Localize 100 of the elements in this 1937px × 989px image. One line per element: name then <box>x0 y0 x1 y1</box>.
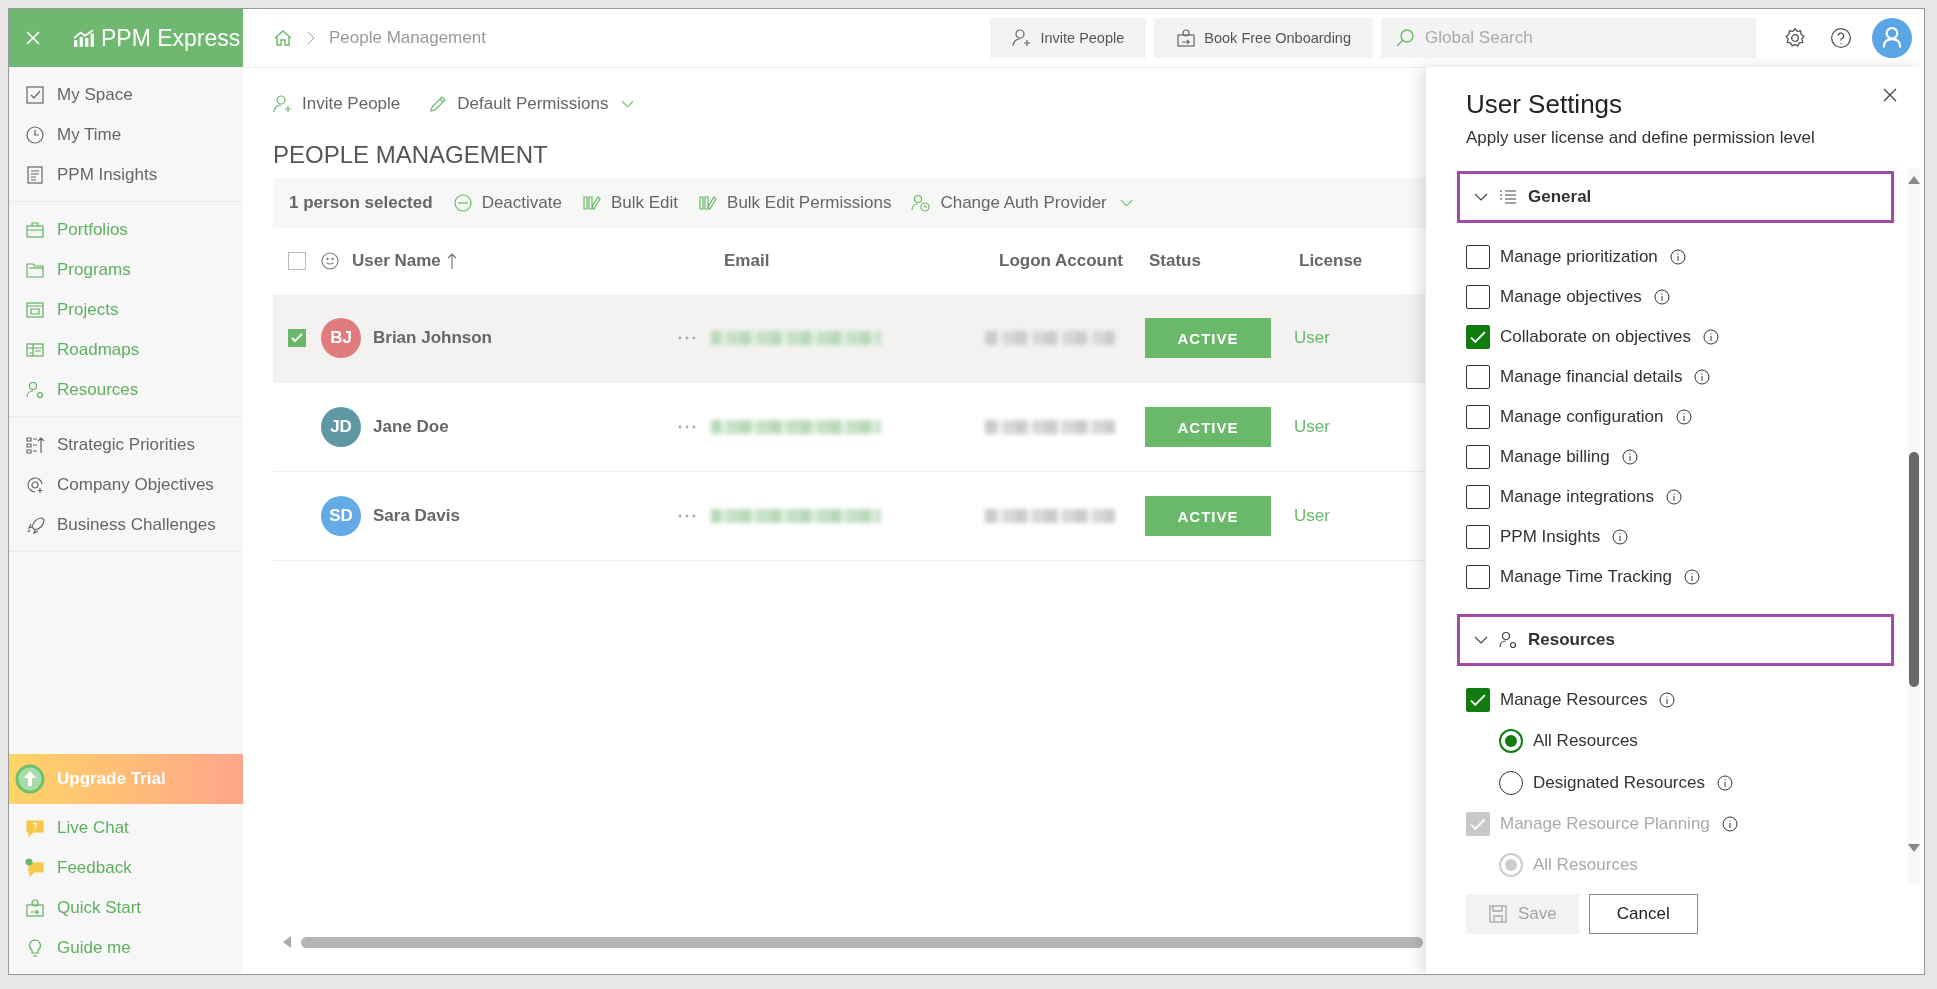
table-row[interactable]: JD Jane Doe ACTIVE User <box>273 383 1425 472</box>
horizontal-scrollbar[interactable] <box>283 934 1423 950</box>
select-all-checkbox[interactable] <box>288 252 306 270</box>
document-icon <box>25 165 45 185</box>
bulk-action-button[interactable]: Bulk Edit Permissions <box>698 193 892 213</box>
nav-item[interactable]: PPM Insights <box>9 155 243 195</box>
scroll-up-icon[interactable] <box>1908 176 1920 184</box>
quick-start-icon <box>25 898 45 918</box>
target-icon <box>25 475 45 495</box>
checkbox[interactable] <box>1466 245 1490 269</box>
bulk-edit-icon <box>698 193 719 213</box>
checkbox[interactable] <box>1466 405 1490 429</box>
column-header[interactable]: User Name <box>352 251 457 271</box>
option-label: Manage prioritization <box>1500 247 1658 267</box>
quick-start-icon <box>1176 28 1197 48</box>
nav-item[interactable]: My Space <box>9 75 243 115</box>
user-name[interactable]: Jane Doe <box>373 417 449 437</box>
info-icon[interactable] <box>1659 692 1676 708</box>
checkbox[interactable] <box>1466 365 1490 389</box>
section-header[interactable]: General <box>1457 171 1894 223</box>
option-label: Manage Resources <box>1500 690 1648 710</box>
roadmap-icon <box>25 340 45 360</box>
chevron-down-icon <box>1474 193 1488 201</box>
breadcrumb[interactable]: People Management <box>329 28 486 48</box>
search-icon <box>1395 28 1415 48</box>
table-row[interactable]: BJ Brian Johnson ACTIVE User <box>273 294 1425 383</box>
checkbox[interactable] <box>1466 325 1490 349</box>
checkbox-icon <box>25 85 45 105</box>
radio-button[interactable] <box>1499 729 1523 753</box>
nav-item[interactable]: My Time <box>9 115 243 155</box>
info-icon[interactable] <box>1694 369 1711 385</box>
checkbox[interactable] <box>1466 565 1490 589</box>
arrow-up-circle-icon <box>15 764 45 794</box>
chevron-down-icon <box>1119 199 1133 207</box>
settings-icon[interactable] <box>1784 27 1806 49</box>
nav-item[interactable]: Business Challenges <box>9 505 243 545</box>
top-button[interactable]: Book Free Onboarding <box>1154 18 1373 58</box>
page-title: PEOPLE MANAGEMENT <box>273 140 548 170</box>
bulk-action-button[interactable]: Deactivate <box>452 193 562 213</box>
section-header[interactable]: Resources <box>1457 614 1894 666</box>
column-header[interactable]: License <box>1299 251 1363 271</box>
option-label: Manage Time Tracking <box>1500 567 1672 587</box>
feedback-icon <box>25 858 45 878</box>
option-label: All Resources <box>1533 855 1638 875</box>
checkbox[interactable] <box>1466 485 1490 509</box>
column-header[interactable]: Status <box>1149 251 1201 271</box>
app-logo: PPM Express <box>101 24 241 52</box>
status-badge: ACTIVE <box>1145 496 1271 536</box>
checkbox[interactable] <box>1466 688 1490 712</box>
section-title: General <box>1528 187 1592 207</box>
minus-circle-icon <box>452 193 473 213</box>
info-icon[interactable] <box>1669 249 1686 265</box>
close-icon[interactable] <box>1882 87 1898 103</box>
user-avatar-icon[interactable] <box>1872 18 1912 58</box>
vertical-scrollbar[interactable] <box>1908 168 1920 884</box>
nav-item[interactable]: Strategic Priorities <box>9 425 243 465</box>
info-icon[interactable] <box>1717 775 1733 791</box>
info-icon[interactable] <box>1702 329 1719 345</box>
row-checkbox[interactable] <box>288 329 306 347</box>
bulk-edit-icon <box>581 193 602 213</box>
info-icon[interactable] <box>1621 449 1638 465</box>
user-name[interactable]: Brian Johnson <box>373 328 492 348</box>
user-name[interactable]: Sara Davis <box>373 506 460 526</box>
project-icon <box>25 300 45 320</box>
chevron-right-icon <box>307 31 315 45</box>
chevron-down-icon <box>1474 636 1488 644</box>
panel-subtitle: Apply user license and define permission level <box>1466 128 1815 148</box>
bulk-action-button[interactable]: Change Auth Provider <box>911 193 1133 213</box>
toolbar-button[interactable]: Invite People <box>273 94 401 114</box>
search-field[interactable]: Global Search <box>1381 18 1756 58</box>
column-header[interactable]: Email <box>724 251 770 271</box>
cancel-button[interactable]: Cancel <box>1588 894 1698 934</box>
info-icon[interactable] <box>1612 529 1629 545</box>
info-icon[interactable] <box>1683 569 1700 585</box>
nav-item[interactable]: Company Objectives <box>9 465 243 505</box>
info-icon[interactable] <box>1675 409 1692 425</box>
chat-icon <box>25 818 45 838</box>
checkbox[interactable] <box>1466 445 1490 469</box>
info-icon[interactable] <box>1653 289 1670 305</box>
checkbox[interactable] <box>1466 285 1490 309</box>
option-label: Manage billing <box>1500 447 1610 467</box>
chevron-down-icon <box>621 100 635 108</box>
clock-icon <box>25 125 45 145</box>
selection-count: 1 person selected <box>289 193 433 213</box>
option-label: Manage integrations <box>1500 487 1655 507</box>
top-button[interactable]: Invite People <box>990 18 1147 58</box>
option-label: Collaborate on objectives <box>1500 327 1691 347</box>
scroll-down-icon[interactable] <box>1908 844 1920 852</box>
option-label: PPM Insights <box>1500 527 1601 547</box>
person-clock-icon <box>911 193 932 213</box>
option-label: Manage objectives <box>1500 287 1642 307</box>
checkbox[interactable] <box>1466 525 1490 549</box>
info-icon[interactable] <box>1666 489 1683 505</box>
table-row[interactable]: SD Sara Davis ACTIVE User <box>273 472 1425 561</box>
toolbar-button[interactable]: Default Permissions <box>428 94 635 114</box>
option-label: All Resources <box>1533 731 1638 751</box>
list-icon <box>1498 187 1518 207</box>
bulk-action-button[interactable]: Bulk Edit <box>581 193 679 213</box>
column-header[interactable]: Logon Account <box>999 251 1123 271</box>
help-icon[interactable] <box>1830 27 1852 49</box>
